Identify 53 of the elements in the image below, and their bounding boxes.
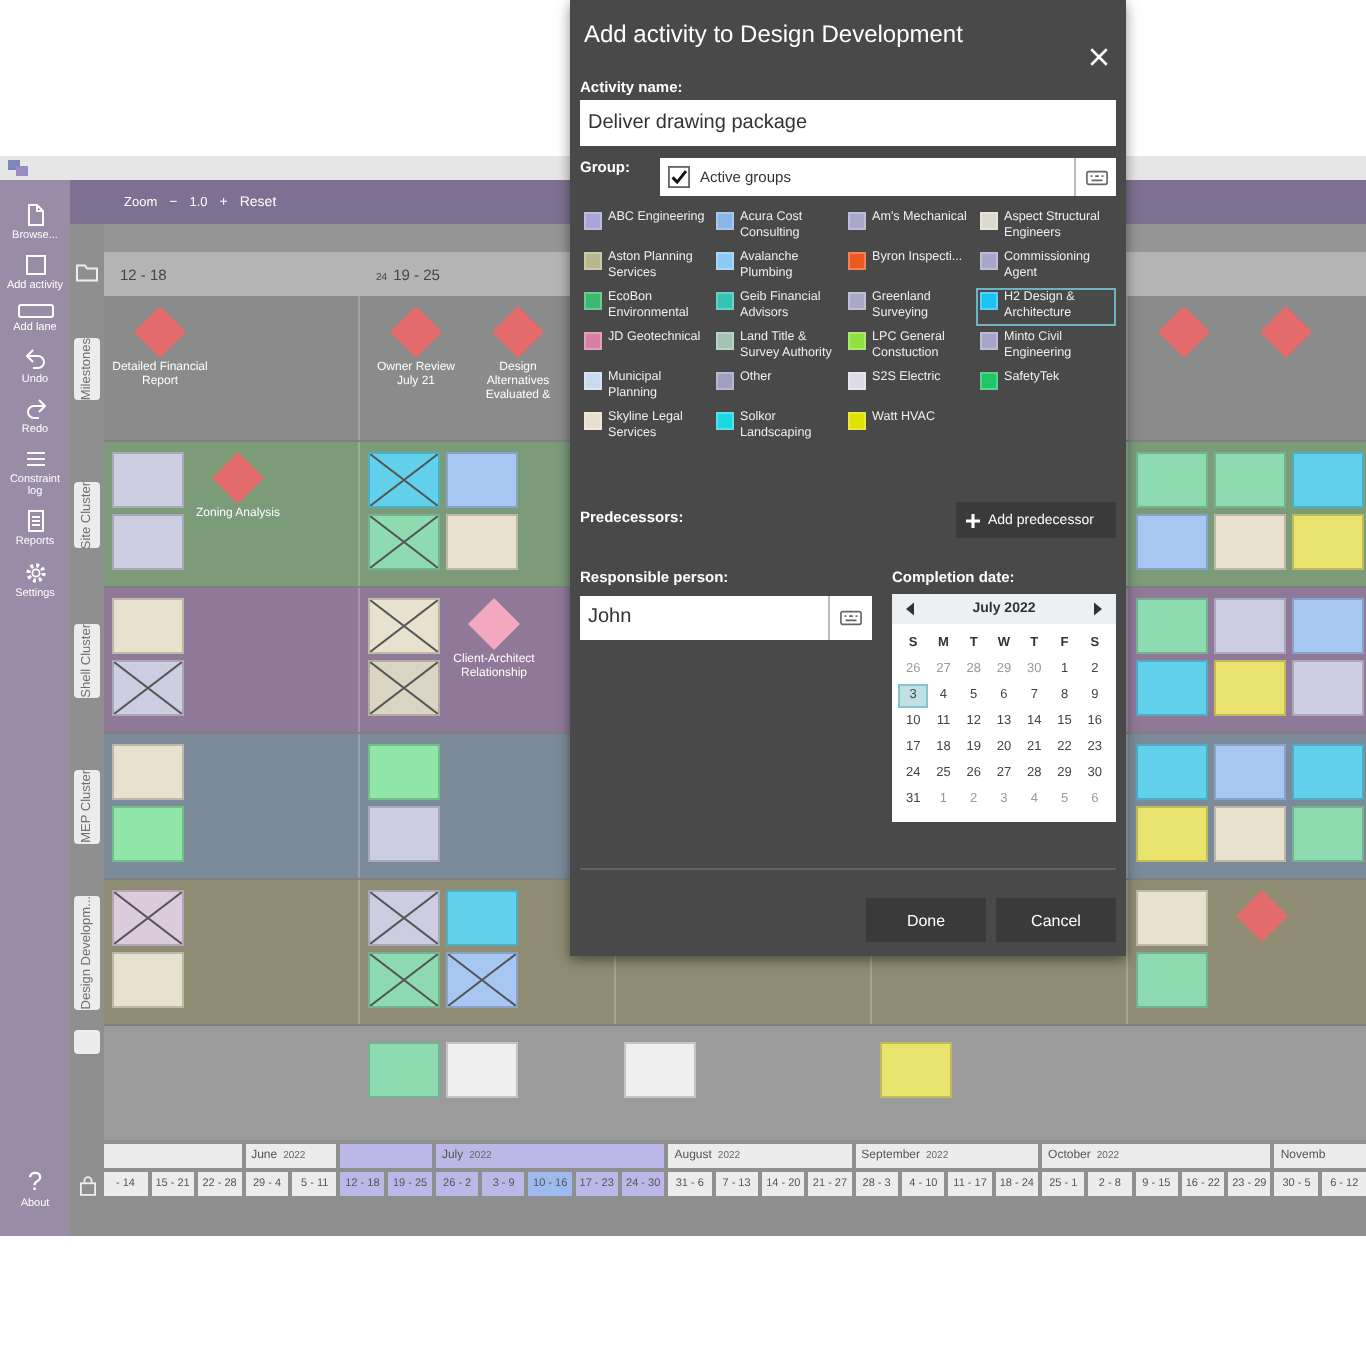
folder-icon[interactable] xyxy=(76,263,98,281)
list-icon xyxy=(25,448,45,471)
cancel-button[interactable]: Cancel xyxy=(996,898,1116,942)
sticky-note[interactable] xyxy=(368,890,440,946)
keyboard-icon[interactable] xyxy=(1086,169,1108,185)
diamond-icon[interactable] xyxy=(1260,306,1312,358)
question-mark-icon: ? xyxy=(27,1167,43,1194)
diamond-icon[interactable] xyxy=(492,306,544,358)
cross-icon xyxy=(114,892,182,944)
sticky-note[interactable] xyxy=(368,660,440,716)
report-icon xyxy=(25,510,45,533)
diamond-icon[interactable] xyxy=(468,598,520,650)
square-icon xyxy=(25,254,45,277)
sticky-note[interactable] xyxy=(112,890,184,946)
cross-icon xyxy=(370,600,438,652)
diamond-icon[interactable] xyxy=(1236,890,1288,942)
sticky-note[interactable] xyxy=(368,952,440,1008)
redo-icon xyxy=(25,397,45,420)
plus-icon xyxy=(966,513,980,527)
rectangle-icon xyxy=(17,304,53,319)
checkbox[interactable] xyxy=(668,166,690,188)
keyboard-icon[interactable] xyxy=(840,610,862,626)
sticky-note[interactable] xyxy=(112,660,184,716)
caret-left-icon[interactable] xyxy=(906,602,914,616)
cross-icon xyxy=(448,954,516,1006)
diamond-icon[interactable] xyxy=(390,306,442,358)
cross-icon xyxy=(370,954,438,1006)
done-button[interactable]: Done xyxy=(866,898,986,942)
cross-icon xyxy=(370,454,438,506)
lane-tab[interactable] xyxy=(74,1030,100,1054)
sticky-note[interactable] xyxy=(368,514,440,570)
undo-icon xyxy=(25,347,45,370)
month-cell[interactable] xyxy=(104,1144,242,1168)
document-icon xyxy=(25,204,45,226)
close-icon[interactable] xyxy=(1090,48,1108,66)
cross-icon xyxy=(114,662,182,714)
lock-icon[interactable] xyxy=(79,1176,95,1196)
cross-icon xyxy=(370,516,438,568)
sticky-note[interactable] xyxy=(446,952,518,1008)
month-cell[interactable] xyxy=(340,1144,432,1168)
activity-name-field[interactable]: Deliver drawing package xyxy=(580,100,1116,146)
cross-icon xyxy=(370,662,438,714)
dialog-title: Add activity to Design Development xyxy=(584,20,963,48)
app-icon xyxy=(8,160,28,176)
cross-icon xyxy=(370,892,438,944)
diamond-icon[interactable] xyxy=(1158,306,1210,358)
diamond-icon[interactable] xyxy=(134,306,186,358)
sticky-note[interactable] xyxy=(368,598,440,654)
sticky-note[interactable] xyxy=(368,452,440,508)
responsible-person-field[interactable]: John xyxy=(580,596,872,640)
settings-icon xyxy=(25,561,45,584)
caret-right-icon[interactable] xyxy=(1094,602,1102,616)
diamond-icon[interactable] xyxy=(212,452,264,504)
